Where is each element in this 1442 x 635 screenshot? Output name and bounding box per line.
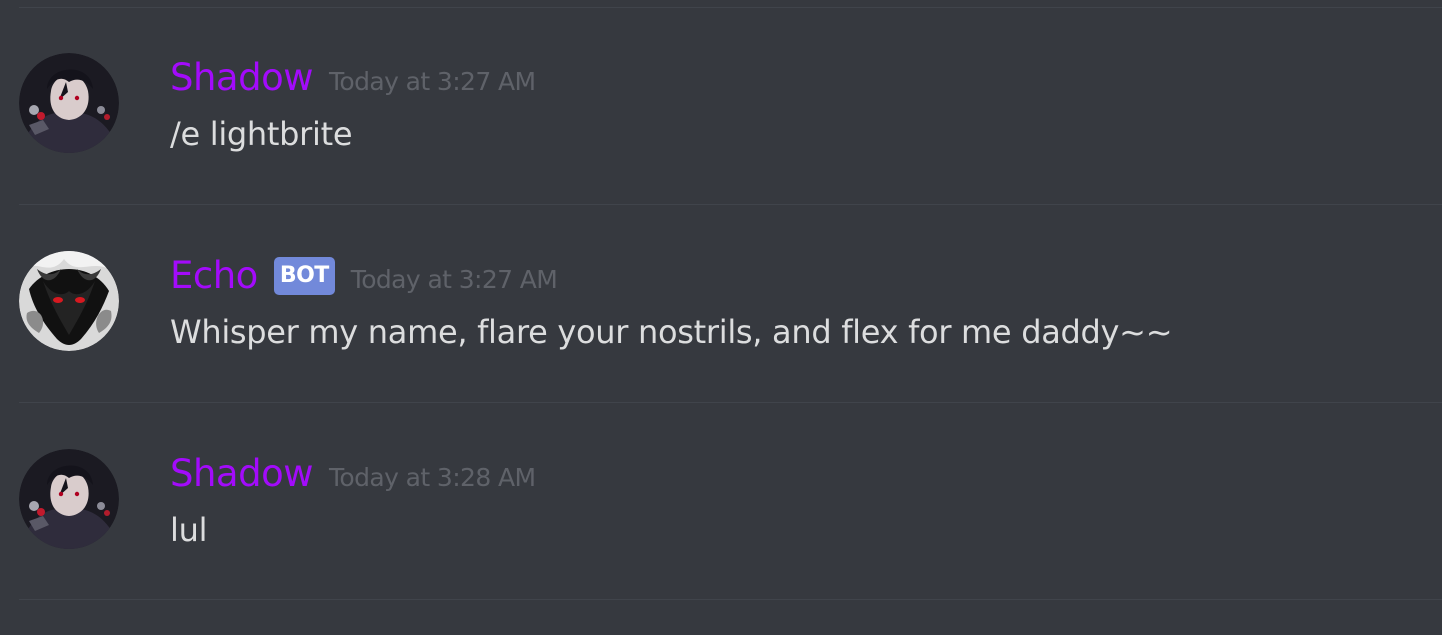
message-content: Whisper my name, flare your nostrils, an…	[170, 313, 1173, 351]
username[interactable]: Shadow	[170, 56, 314, 100]
message-timestamp: Today at 3:27 AM	[329, 67, 536, 96]
user-avatar[interactable]	[19, 53, 119, 153]
smoky-wolf-avatar-icon	[19, 251, 119, 351]
message-divider	[19, 7, 1442, 8]
bot-badge: BOT	[273, 257, 335, 295]
message-divider	[19, 204, 1442, 205]
bot-avatar[interactable]	[19, 251, 119, 351]
message-timestamp: Today at 3:27 AM	[350, 265, 558, 294]
message-divider	[19, 402, 1442, 403]
message-item[interactable]: Echo BOT Today at 3:27 AM Whisper my nam…	[0, 238, 1442, 358]
message-timestamp: Today at 3:28 AM	[329, 463, 536, 492]
message-header: Shadow Today at 3:28 AM	[170, 452, 536, 496]
message-header: Echo BOT Today at 3:27 AM	[170, 254, 558, 298]
message-divider	[19, 599, 1442, 600]
message-content: /e lightbrite	[170, 115, 353, 153]
message-content: lul	[170, 511, 208, 549]
message-header: Shadow Today at 3:27 AM	[170, 56, 536, 100]
username[interactable]: Shadow	[170, 452, 314, 496]
user-avatar[interactable]	[19, 449, 119, 549]
username[interactable]: Echo	[170, 254, 258, 298]
message-item[interactable]: Shadow Today at 3:28 AM lul	[0, 436, 1442, 556]
chat-message-list: Shadow Today at 3:27 AM /e lightbrite Ec…	[0, 0, 1442, 635]
dark-anime-character-avatar-icon	[19, 53, 119, 153]
message-item[interactable]: Shadow Today at 3:27 AM /e lightbrite	[0, 40, 1442, 160]
dark-anime-character-avatar-icon	[19, 449, 119, 549]
